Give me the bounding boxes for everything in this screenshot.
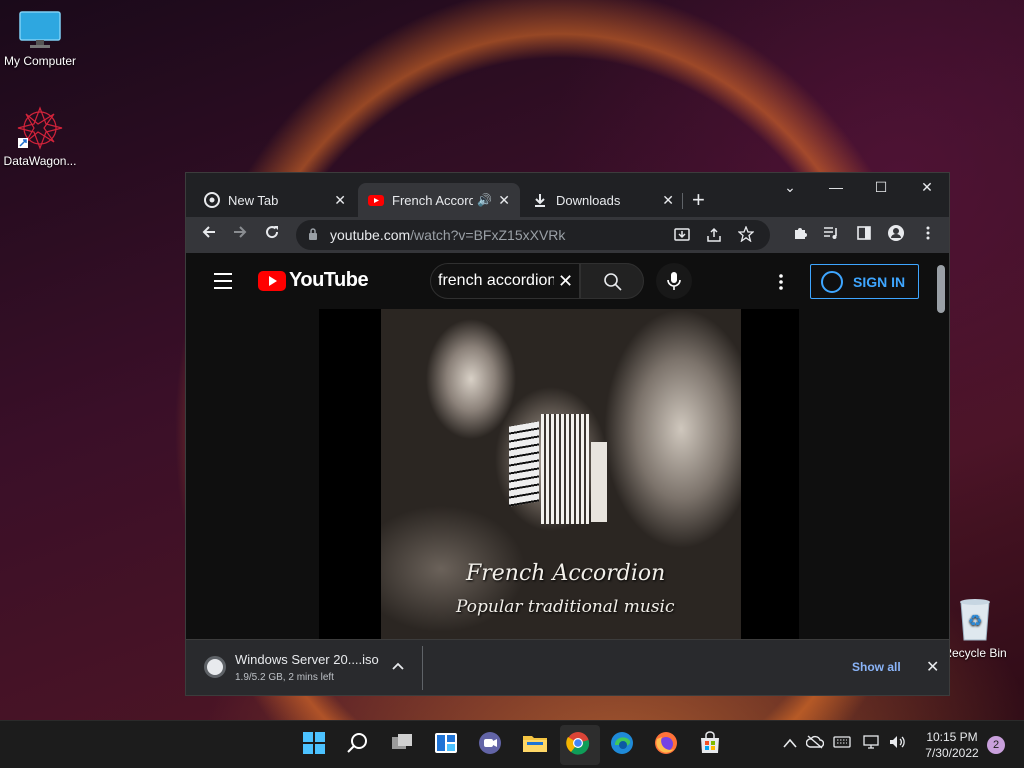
widgets-icon[interactable]	[434, 731, 462, 759]
tab-french-accordion[interactable]: French Accordion 🔊 ✕	[358, 183, 520, 217]
taskbar: 10:15 PM 7/30/2022 2	[0, 720, 1024, 768]
extensions-puzzle-icon[interactable]	[792, 225, 808, 244]
side-panel-icon[interactable]	[856, 225, 872, 244]
tab-label: Downloads	[556, 192, 621, 208]
onedrive-cloud-icon[interactable]	[805, 735, 825, 752]
teams-chat-icon[interactable]	[478, 731, 506, 759]
url-host: youtube.com	[330, 227, 411, 243]
search-input[interactable]: french accordion ✕	[430, 263, 580, 299]
download-status: 1.9/5.2 GB, 2 mins left	[235, 672, 334, 683]
url-path: /watch?v=BFxZ15xXVRk	[410, 227, 566, 243]
desktop-icon-label: DataWagon...	[3, 154, 77, 168]
page-scrollbar[interactable]	[937, 265, 945, 313]
edge-icon[interactable]	[610, 731, 638, 759]
downloads-shelf: Windows Server 20....iso 1.9/5.2 GB, 2 m…	[186, 639, 949, 695]
youtube-logo-text: YouTube	[289, 269, 369, 291]
install-app-icon[interactable]	[674, 227, 690, 246]
youtube-page: YouTube french accordion ✕ SIGN IN Frenc…	[186, 253, 949, 639]
microphone-icon	[667, 272, 681, 290]
forward-button[interactable]	[225, 224, 255, 245]
search-button[interactable]	[580, 263, 644, 299]
back-button[interactable]	[194, 224, 224, 245]
start-windows-icon[interactable]	[302, 731, 330, 759]
recycle-bin-icon: ♻	[955, 596, 995, 642]
youtube-icon	[368, 192, 384, 208]
search-icon[interactable]	[346, 731, 374, 759]
close-tab-icon[interactable]: ✕	[662, 192, 674, 209]
lock-icon	[308, 227, 318, 243]
tab-strip: New Tab ✕ French Accordion 🔊 ✕ Downloads…	[186, 173, 949, 217]
sign-in-label: SIGN IN	[853, 273, 906, 290]
close-window-button[interactable]: ✕	[907, 179, 947, 196]
search-query: french accordion	[438, 272, 554, 289]
download-file-name[interactable]: Windows Server 20....iso	[235, 652, 379, 667]
notification-badge[interactable]: 2	[987, 736, 1005, 754]
search-icon	[604, 273, 622, 291]
desktop-icon-label: My Computer	[3, 54, 77, 68]
desktop-icon-datawagon[interactable]: DataWagon...	[0, 106, 80, 168]
hamburger-menu-icon[interactable]	[214, 273, 232, 294]
reload-button[interactable]	[257, 224, 287, 245]
youtube-header: YouTube french accordion ✕ SIGN IN	[186, 253, 949, 313]
voice-search-button[interactable]	[656, 263, 692, 299]
reload-icon	[266, 226, 279, 239]
chrome-icon	[204, 192, 220, 208]
browser-toolbar: youtube.com/watch?v=BFxZ15xXVRk	[186, 217, 949, 253]
chrome-menu-icon[interactable]	[920, 225, 936, 244]
clock-date: 7/30/2022	[925, 746, 979, 760]
chevron-up-icon[interactable]	[783, 735, 797, 751]
sign-in-button[interactable]: SIGN IN	[810, 264, 919, 299]
monitor-icon	[18, 10, 62, 50]
shelf-divider	[422, 646, 423, 690]
tab-label: French Accordion	[392, 192, 473, 208]
datawagon-icon	[16, 106, 64, 150]
close-tab-icon[interactable]: ✕	[498, 192, 510, 209]
tab-downloads[interactable]: Downloads ✕	[522, 183, 684, 217]
more-options-icon[interactable]	[778, 273, 784, 296]
svg-text:♻: ♻	[968, 611, 982, 630]
new-tab-button[interactable]: +	[692, 187, 705, 213]
tab-label: New Tab	[228, 192, 279, 208]
download-icon	[532, 192, 548, 208]
task-view-icon[interactable]	[390, 731, 418, 759]
volume-icon[interactable]	[889, 735, 907, 752]
bookmark-star-icon[interactable]	[737, 225, 755, 245]
store-icon[interactable]	[698, 731, 726, 759]
close-tab-icon[interactable]: ✕	[334, 192, 346, 209]
chrome-taskbar-icon[interactable]	[566, 731, 594, 759]
show-all-downloads-link[interactable]: Show all	[852, 660, 901, 674]
accordion-illustration	[509, 414, 609, 524]
video-player[interactable]: French Accordion Popular traditional mus…	[319, 309, 799, 639]
keyboard-icon[interactable]	[833, 735, 851, 751]
browser-window: New Tab ✕ French Accordion 🔊 ✕ Downloads…	[185, 172, 950, 696]
media-control-icon[interactable]	[823, 225, 839, 244]
address-bar[interactable]: youtube.com/watch?v=BFxZ15xXVRk	[296, 220, 770, 250]
account-circle-icon	[821, 270, 843, 293]
system-clock[interactable]: 10:15 PM 7/30/2022	[920, 729, 984, 761]
share-icon[interactable]	[706, 227, 722, 246]
youtube-logo[interactable]: YouTube	[258, 269, 369, 292]
youtube-play-icon	[258, 270, 286, 291]
maximize-button[interactable]: ☐	[861, 179, 901, 196]
chevron-up-icon[interactable]	[392, 658, 404, 673]
clock-time: 10:15 PM	[926, 730, 978, 744]
clear-search-icon[interactable]: ✕	[558, 271, 573, 292]
audio-playing-icon[interactable]: 🔊	[477, 193, 492, 207]
video-overlay-title: French Accordion	[466, 561, 666, 586]
file-explorer-icon[interactable]	[522, 731, 550, 759]
firefox-icon[interactable]	[654, 731, 682, 759]
arrow-left-icon	[202, 226, 215, 238]
tab-search-button[interactable]: ⌄	[770, 179, 810, 196]
network-icon[interactable]	[863, 735, 881, 752]
close-shelf-icon[interactable]: ✕	[926, 657, 939, 677]
arrow-right-icon	[234, 226, 247, 238]
tab-divider	[682, 193, 683, 209]
video-overlay-subtitle: Popular traditional music	[456, 597, 675, 617]
iso-file-icon	[204, 656, 226, 678]
desktop-icon-my-computer[interactable]: My Computer	[0, 10, 80, 68]
minimize-button[interactable]: —	[816, 179, 856, 195]
tab-new-tab[interactable]: New Tab ✕	[194, 183, 356, 217]
profile-avatar-icon[interactable]	[888, 225, 904, 244]
video-frame: French Accordion Popular traditional mus…	[381, 309, 741, 639]
